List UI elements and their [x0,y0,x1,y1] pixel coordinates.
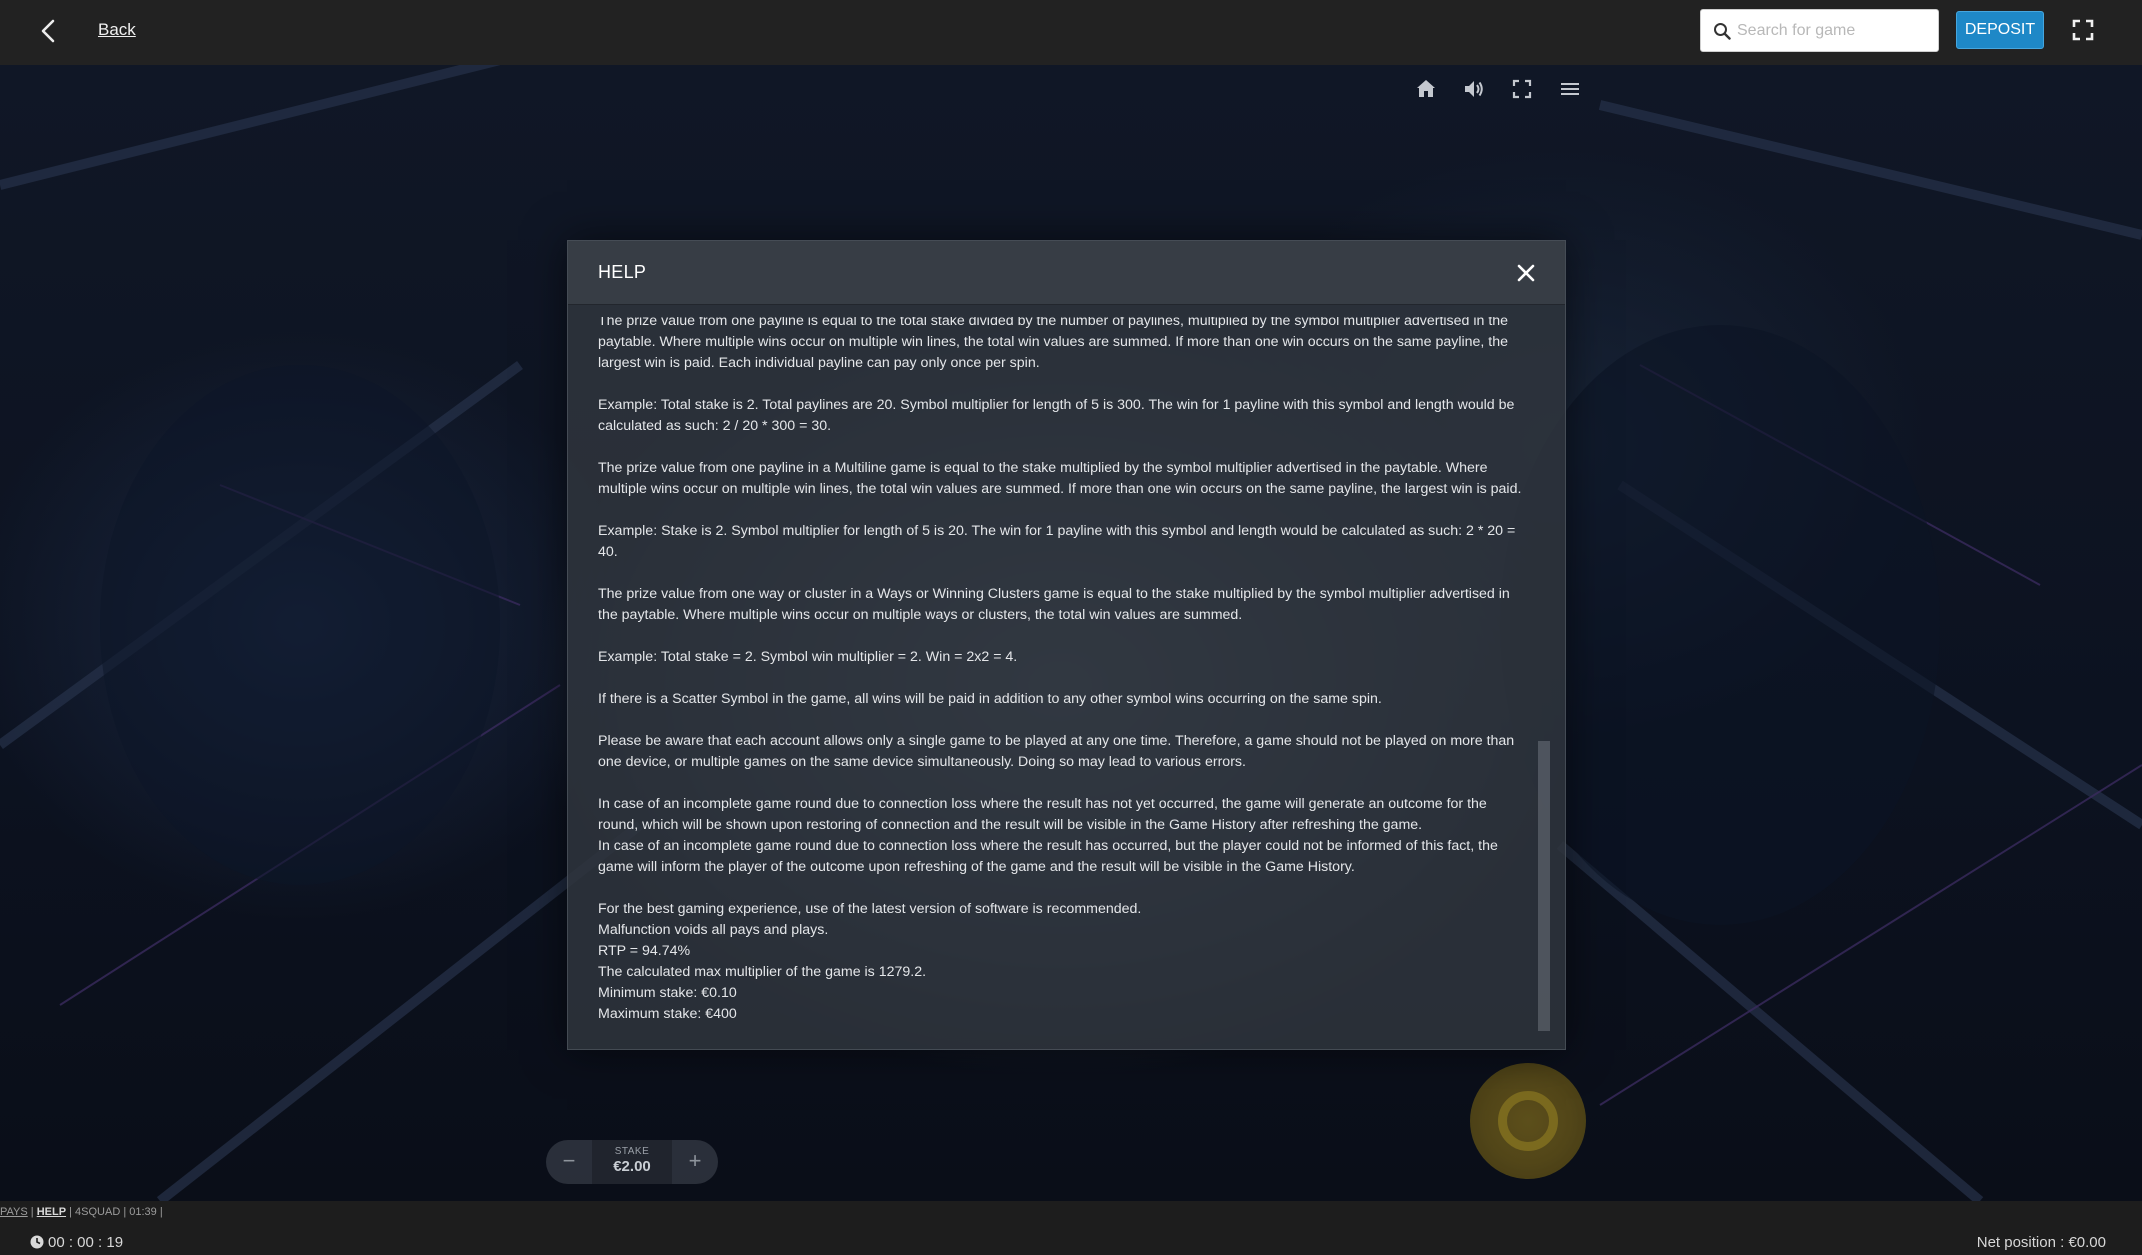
help-paragraph: In case of an incomplete game round due … [598,796,1487,833]
help-paragraph: Please be aware that each account allows… [598,733,1515,770]
search-box[interactable] [1700,9,1939,52]
stake-control: − STAKE €2.00 + [546,1140,718,1184]
help-line: Malfunction voids all pays and plays. [598,922,829,938]
volume-icon[interactable] [1462,77,1486,101]
help-paragraph: If there is a Scatter Symbol in the game… [598,691,1382,707]
dialog-header: HELP [568,241,1565,305]
search-icon [1714,23,1731,40]
game-name: 4SQUAD [75,1206,121,1218]
fullscreen-icon[interactable] [2072,19,2094,41]
chevron-left-icon[interactable] [38,18,60,44]
clock-icon [30,1235,44,1249]
menu-icon[interactable] [1558,77,1582,101]
stake-increase-button[interactable]: + [672,1140,718,1184]
stake-display: STAKE €2.00 [592,1140,672,1184]
net-position: Net position : €0.00 [1976,1234,2106,1251]
game-clock: 01:39 [129,1206,157,1218]
help-line: The calculated max multiplier of the gam… [598,964,927,980]
help-link[interactable]: HELP [37,1206,66,1218]
help-paragraph: The prize value from one payline is equa… [598,317,1509,371]
top-bar: Back DEPOSIT [0,0,2142,65]
pays-link[interactable]: PAYS [0,1206,28,1218]
back-link[interactable]: Back [98,20,136,40]
help-paragraph: Example: Stake is 2. Symbol multiplier f… [598,523,1516,560]
stake-decrease-button[interactable]: − [546,1140,592,1184]
help-paragraph: Example: Total stake = 2. Symbol win mul… [598,649,1018,665]
help-dialog: HELP The prize value from one payline is… [567,240,1566,1050]
bottom-bar [0,1201,2142,1255]
deposit-button[interactable]: DEPOSIT [1956,11,2044,49]
separator: | [30,1206,34,1218]
max-stake-line: Maximum stake: €400 [598,1006,737,1022]
session-timer: 00 : 00 : 19 [30,1234,123,1251]
separator: | [159,1206,163,1218]
help-paragraph: The prize value from one payline in a Mu… [598,460,1522,497]
close-icon[interactable] [1514,261,1538,285]
help-paragraph: The prize value from one way or cluster … [598,586,1510,623]
scrollbar-thumb[interactable] [1538,741,1550,1031]
separator: | [123,1206,127,1218]
separator: | [69,1206,72,1218]
dialog-title: HELP [598,262,647,282]
min-stake-line: Minimum stake: €0.10 [598,985,737,1001]
home-icon[interactable] [1414,77,1438,101]
help-paragraph: Example: Total stake is 2. Total payline… [598,397,1515,434]
stake-value: €2.00 [613,1158,651,1175]
fullscreen-icon[interactable] [1510,77,1534,101]
search-input[interactable] [1737,10,1932,51]
help-paragraph: In case of an incomplete game round due … [598,838,1498,875]
help-line: For the best gaming experience, use of t… [598,901,1142,917]
help-content[interactable]: The prize value from one payline is equa… [598,317,1523,1032]
stake-label: STAKE [614,1146,650,1157]
timer-value: 00 : 00 : 19 [48,1234,124,1251]
rtp-line: RTP = 94.74% [598,943,691,959]
spin-icon [1498,1091,1558,1151]
spin-button[interactable] [1470,1063,1586,1179]
game-info-links: PAYS | HELP | 4SQUAD | 01:39 | [0,1206,163,1218]
